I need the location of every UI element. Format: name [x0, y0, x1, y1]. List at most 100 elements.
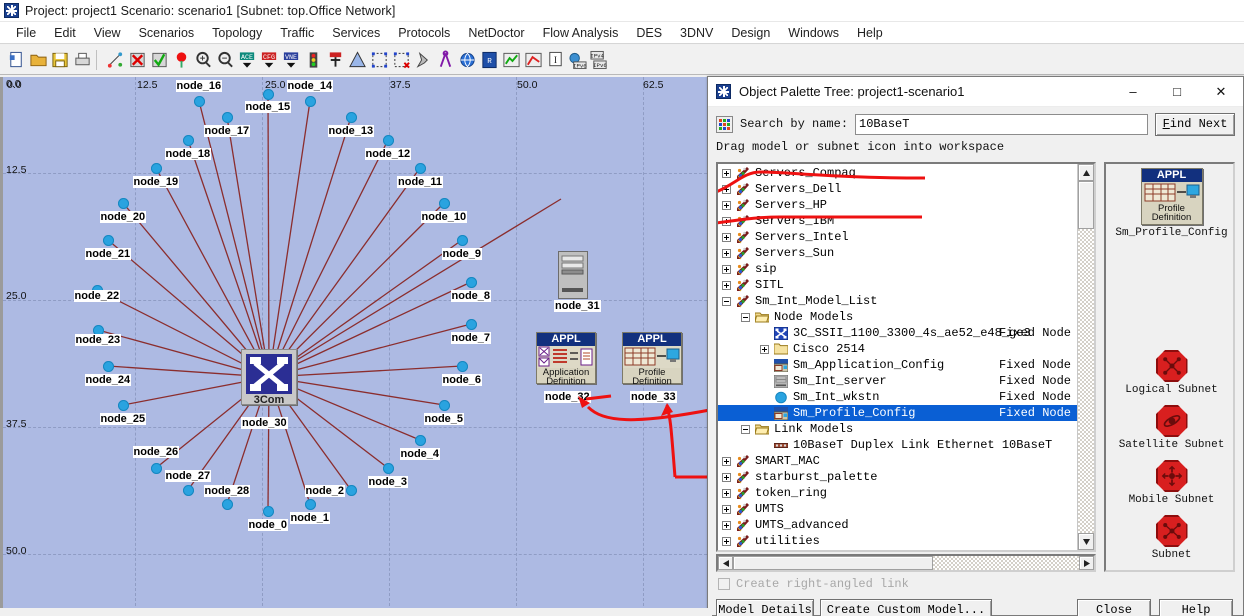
device-profile-definition[interactable]: APPL Profile Definition [622, 332, 682, 386]
fail-node-icon[interactable] [127, 49, 148, 71]
scroll-left-button[interactable] [718, 556, 733, 570]
tree-row[interactable]: UMTS [718, 501, 1077, 517]
device-server[interactable] [558, 251, 588, 299]
vne-icon[interactable]: VNE [281, 49, 302, 71]
menu-item-traffic[interactable]: Traffic [271, 24, 323, 42]
hscroll-thumb[interactable] [733, 556, 933, 570]
expand-icon[interactable] [722, 248, 731, 258]
workstation-node[interactable] [102, 360, 114, 372]
expand-icon[interactable] [722, 216, 731, 226]
workstation-node[interactable] [345, 111, 357, 123]
help-button[interactable]: Help [1159, 599, 1233, 616]
workstation-node[interactable] [262, 88, 274, 100]
palette-item[interactable]: Logical Subnet [1106, 350, 1237, 396]
zoom-in-icon[interactable] [193, 49, 214, 71]
recover-node-icon[interactable] [149, 49, 170, 71]
open-icon[interactable] [28, 49, 49, 71]
deploy-app-icon[interactable] [325, 49, 346, 71]
tree-row[interactable]: UMTS_advanced [718, 517, 1077, 533]
workstation-node[interactable] [304, 95, 316, 107]
tree-row[interactable]: 10BaseT Duplex Link Ethernet 10BaseT [718, 437, 1077, 453]
hide-unhide-icon[interactable] [105, 49, 126, 71]
info-icon[interactable]: I [545, 49, 566, 71]
expand-icon[interactable] [722, 168, 731, 178]
find-next-button[interactable]: Find Next [1155, 112, 1235, 136]
workstation-node[interactable] [465, 318, 477, 330]
palette-item[interactable]: Satellite Subnet [1106, 405, 1237, 451]
marker-icon[interactable] [171, 49, 192, 71]
model-details-button[interactable]: Model Details [716, 599, 814, 616]
scroll-right-button[interactable] [1079, 556, 1094, 570]
workstation-node[interactable] [414, 162, 426, 174]
model-tree-container[interactable]: Servers_Compaq Servers_Dell Servers_HP Serv… [716, 162, 1096, 552]
palette-preview-pane[interactable]: APPL Profile Definition Sm_Profile_Config Lo… [1104, 162, 1235, 572]
search-input[interactable] [855, 113, 1148, 135]
expand-icon[interactable] [722, 488, 731, 498]
create-custom-model-button[interactable]: Create Custom Model... [820, 599, 992, 616]
cfg-icon[interactable]: CFG [259, 49, 280, 71]
workstation-node[interactable] [262, 505, 274, 517]
menu-item-scenarios[interactable]: Scenarios [130, 24, 204, 42]
tree-row[interactable]: Servers_HP [718, 197, 1077, 213]
tree-row[interactable]: SMART_MAC [718, 453, 1077, 469]
push-pin-icon[interactable] [413, 49, 434, 71]
expand-icon[interactable] [722, 520, 731, 530]
menu-item-design[interactable]: Design [722, 24, 779, 42]
print-icon[interactable] [72, 49, 93, 71]
tree-row[interactable]: SITL [718, 277, 1077, 293]
expand-icon[interactable] [722, 200, 731, 210]
close-icon[interactable]: ✕ [1199, 77, 1243, 107]
deselect-icon[interactable] [391, 49, 412, 71]
ipv4-ipv6-icon[interactable]: IPv4 IPv6 [589, 49, 610, 71]
object-palette-dialog[interactable]: Object Palette Tree: project1-scenario1 … [707, 76, 1244, 616]
workstation-node[interactable] [182, 134, 194, 146]
menu-item-des[interactable]: DES [627, 24, 671, 42]
menu-item-view[interactable]: View [85, 24, 130, 42]
tree-row[interactable]: Sm_Int_server Fixed Node [718, 373, 1077, 389]
tree-row[interactable]: Sm_Application_Config Fixed Node [718, 357, 1077, 373]
collapse-icon[interactable] [722, 296, 731, 306]
save-icon[interactable] [50, 49, 71, 71]
tree-row[interactable]: Node Models [718, 309, 1077, 325]
select-similar-icon[interactable] [369, 49, 390, 71]
scroll-track[interactable] [1078, 229, 1094, 533]
workstation-node[interactable] [382, 462, 394, 474]
report-icon[interactable]: R [479, 49, 500, 71]
workstation-node[interactable] [182, 484, 194, 496]
tree-row[interactable]: Servers_IBM [718, 213, 1077, 229]
traffic-light-icon[interactable] [303, 49, 324, 71]
workstation-node[interactable] [221, 111, 233, 123]
palette-item[interactable]: Mobile Subnet [1106, 460, 1237, 506]
workstation-node[interactable] [438, 197, 450, 209]
workstation-node[interactable] [117, 197, 129, 209]
tree-row[interactable]: utilities [718, 533, 1077, 549]
graph-icon[interactable] [523, 49, 544, 71]
view-results-icon[interactable] [501, 49, 522, 71]
menu-item-flow-analysis[interactable]: Flow Analysis [534, 24, 628, 42]
expand-icon[interactable] [722, 264, 731, 274]
tree-row[interactable]: token_ring [718, 485, 1077, 501]
scroll-up-button[interactable] [1078, 164, 1094, 181]
workstation-node[interactable] [465, 276, 477, 288]
menu-item-file[interactable]: File [7, 24, 45, 42]
ipv6-icon[interactable]: IPv6 [567, 49, 588, 71]
minimize-button[interactable]: – [1111, 77, 1155, 107]
menu-item-topology[interactable]: Topology [203, 24, 271, 42]
expand-icon[interactable] [722, 504, 731, 514]
tree-row[interactable]: Sm_Int_Model_List [718, 293, 1077, 309]
workstation-node[interactable] [150, 162, 162, 174]
workstation-node[interactable] [193, 95, 205, 107]
menu-item-protocols[interactable]: Protocols [389, 24, 459, 42]
workstation-node[interactable] [117, 399, 129, 411]
ace-icon[interactable]: ACE [237, 49, 258, 71]
expand-icon[interactable] [722, 280, 731, 290]
menu-item-windows[interactable]: Windows [779, 24, 848, 42]
tree-row[interactable]: starburst_palette [718, 469, 1077, 485]
tree-horizontal-scrollbar[interactable] [716, 554, 1096, 572]
workstation-node[interactable] [304, 498, 316, 510]
menu-item-netdoctor[interactable]: NetDoctor [459, 24, 533, 42]
tree-vertical-scrollbar[interactable] [1077, 164, 1094, 550]
hscroll-track[interactable] [933, 556, 1079, 570]
workstation-node[interactable] [456, 360, 468, 372]
menu-item-edit[interactable]: Edit [45, 24, 85, 42]
